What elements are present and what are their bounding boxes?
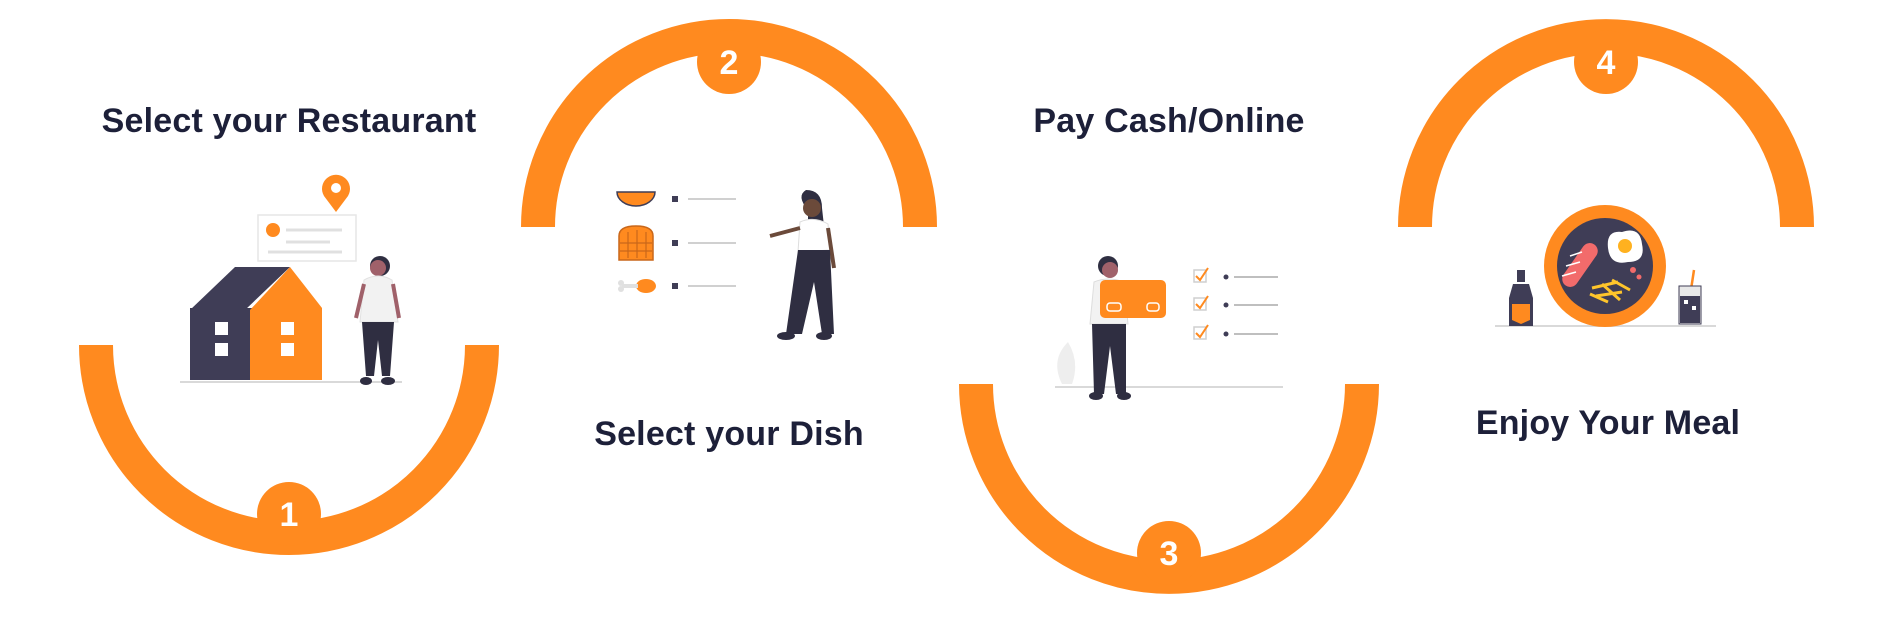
person-figure xyxy=(769,190,836,340)
payment-illustration xyxy=(1055,256,1283,400)
step-4-title: Enjoy Your Meal xyxy=(1475,404,1741,442)
person-figure xyxy=(1089,256,1131,400)
person-figure xyxy=(354,256,401,385)
dish-menu-illustration xyxy=(616,190,836,340)
step-1-badge: 1 xyxy=(257,482,321,546)
step-2-badge: 2 xyxy=(697,30,761,94)
bottle-icon xyxy=(1509,270,1533,326)
step-2-number: 2 xyxy=(720,44,739,82)
how-it-works-steps: 1 2 3 4 xyxy=(0,0,1891,612)
plate-icon xyxy=(1544,205,1666,327)
fried-egg-icon xyxy=(1607,230,1643,263)
step-4-badge: 4 xyxy=(1574,30,1638,94)
step-3-title: Pay Cash/Online xyxy=(1033,102,1305,140)
chicken-leg-icon xyxy=(618,279,656,293)
step-3-number: 3 xyxy=(1160,535,1179,573)
bread-icon xyxy=(618,225,654,261)
step-4: 4 xyxy=(1398,19,1814,327)
step-3: 3 xyxy=(959,256,1379,594)
house-icon xyxy=(190,267,322,380)
step-1-number: 1 xyxy=(280,496,299,534)
meal-illustration xyxy=(1495,205,1716,327)
step-3-badge: 3 xyxy=(1137,521,1201,585)
step-1-title: Select your Restaurant xyxy=(101,102,477,140)
restaurant-illustration xyxy=(180,174,402,385)
checklist-icon xyxy=(1193,267,1278,340)
step-4-number: 4 xyxy=(1597,44,1616,82)
step-1: 1 xyxy=(79,174,499,555)
step-2: 2 xyxy=(521,19,937,340)
credit-card-icon xyxy=(1100,280,1166,318)
step-2-title: Select your Dish xyxy=(594,415,864,453)
location-pin-icon xyxy=(321,174,350,212)
bowl-icon xyxy=(616,191,656,207)
drink-icon xyxy=(1678,269,1702,325)
